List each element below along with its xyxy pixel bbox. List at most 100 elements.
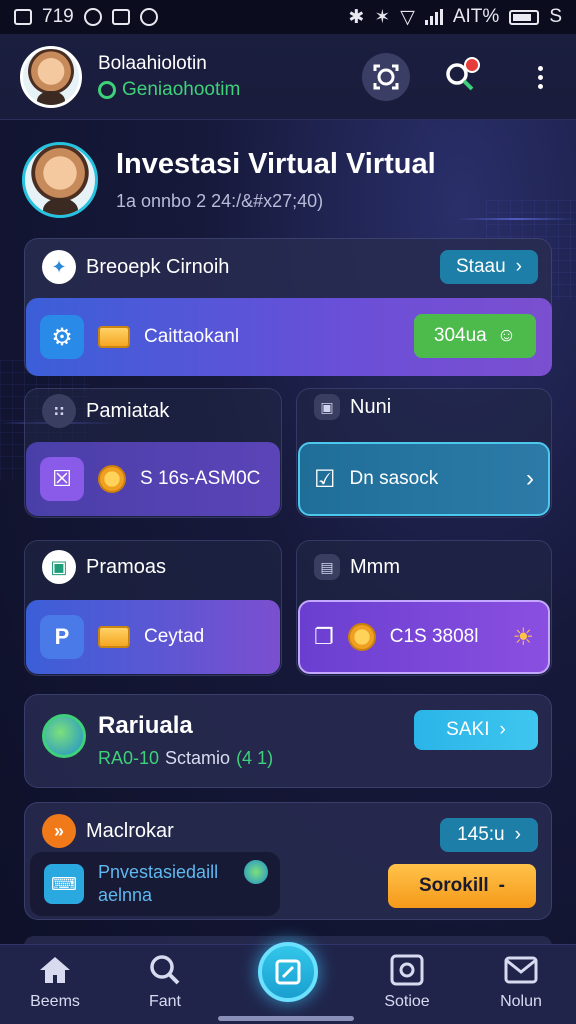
section3-right-inner[interactable]: ❐ C1S 3808l ☀ — [298, 600, 550, 674]
scan-icon — [373, 64, 399, 90]
nav-item-home[interactable]: Beems — [10, 953, 100, 1011]
section1-inner-button[interactable]: 304ua ☺ — [414, 314, 536, 358]
battery-percent: AIT% — [452, 6, 500, 27]
settings-gear-icon: ⚙ — [40, 315, 84, 359]
arrow-icon: » — [42, 814, 76, 848]
user-subtitle: Geniaohootim — [122, 78, 241, 100]
scan-button[interactable] — [362, 53, 410, 101]
section2-left-label: Pamiatak — [86, 399, 170, 422]
credit-card-icon — [98, 326, 130, 348]
vibrate-icon: ✶ — [374, 6, 391, 28]
keyboard-icon: ⌨ — [44, 864, 84, 904]
section3-left-label: Pramoas — [86, 555, 167, 578]
tv-icon: ▣ — [42, 550, 76, 584]
home-indicator — [218, 1016, 354, 1021]
nav-item-mail[interactable]: Nolun — [476, 953, 566, 1011]
section2-right-header: ▣ Nuni — [314, 394, 391, 420]
section2-right-label: Nuni — [350, 395, 392, 418]
nav-label-home: Beems — [30, 993, 80, 1010]
coin-icon — [347, 623, 376, 651]
hero: Investasi Virtual Virtual 1a onnbo 2 24:… — [22, 140, 542, 220]
section1-pill-button[interactable]: Staau › — [440, 250, 538, 284]
document-icon: P — [40, 615, 84, 659]
section2-left-inner[interactable]: ☒ S 16s-ASM0C — [26, 442, 280, 516]
more-menu-button[interactable] — [516, 53, 564, 101]
section5-label: Maclrokar — [86, 819, 174, 842]
online-status-icon — [98, 80, 116, 99]
chevron-right-icon: › — [514, 824, 521, 845]
section3-left-inner[interactable]: P Ceytad — [26, 600, 280, 674]
avatar[interactable] — [20, 45, 82, 108]
sun-icon: ☀ — [512, 623, 534, 651]
bag-icon: ❐ — [314, 624, 334, 649]
section5-pill-button[interactable]: 145:u › — [440, 818, 538, 852]
section4-pill-label: SAKI — [446, 719, 490, 740]
check-icon: ☑ — [314, 465, 336, 493]
section4-pill-button[interactable]: SAKI › — [414, 710, 538, 750]
chevron-right-icon: › — [526, 465, 534, 492]
status-time: 719 — [42, 6, 74, 27]
section5-action-label: Sorokill — [418, 875, 489, 896]
section2-right-value: Dn sasock — [349, 468, 439, 489]
section3-left-value: Ceytad — [144, 626, 205, 647]
mail-icon — [504, 956, 538, 984]
wallet-icon: ▣ — [314, 394, 340, 420]
grid-icon: ∷ — [42, 394, 76, 428]
compose-fab-button[interactable] — [258, 942, 318, 1002]
nav-item-search[interactable]: Fant — [120, 953, 210, 1011]
search-icon — [150, 955, 180, 985]
section5-inner-line1: Pnvestasiedaill — [98, 861, 219, 882]
camera-icon — [390, 954, 424, 986]
page-title: Investasi Virtual Virtual — [116, 148, 436, 180]
section1-pill-label: Staau — [456, 256, 506, 277]
status-extra: S — [549, 6, 562, 27]
section3-right-value: C1S 3808l — [389, 626, 479, 647]
user-name: Bolaahiolotin — [98, 52, 207, 74]
coin-icon — [98, 465, 126, 493]
section3-left-header: ▣ Pramoas — [42, 550, 166, 584]
section1-inner-label: Caittaokanl — [144, 326, 240, 347]
section5-inner-row[interactable]: ⌨ Pnvestasiedaill aelnna — [30, 852, 280, 916]
nav-item-camera[interactable]: Sotioe — [362, 953, 452, 1011]
chevron-right-icon: › — [515, 256, 522, 277]
bluetooth-icon: ✱ — [348, 6, 365, 28]
nav-label-mail: Nolun — [500, 993, 542, 1010]
notification-badge — [464, 57, 480, 73]
nav-label-search: Fant — [148, 993, 181, 1010]
page-subtitle: 1a onnbo 2 24:/&#x27;40) — [116, 191, 324, 211]
messenger-icon — [139, 8, 158, 26]
chart-icon: ☒ — [40, 457, 84, 501]
search-button[interactable] — [436, 53, 484, 101]
section4-title: Rariuala — [98, 712, 193, 739]
settings-icon — [83, 8, 102, 26]
user-icon: ☺ — [496, 325, 517, 346]
wifi-icon: ▽ — [400, 6, 415, 28]
profile-avatar[interactable] — [22, 142, 98, 218]
brand-icon: ✦ — [42, 250, 76, 284]
section1-header: ✦ Breoepk Cirnoih — [42, 250, 229, 284]
status-bar: 719 ✱ ✶ ▽ AIT% S — [0, 0, 576, 34]
gallery-icon — [14, 9, 32, 25]
section3-right-label: Mmm — [350, 555, 400, 578]
section5-action-button[interactable]: Sorokill - — [388, 864, 536, 908]
section5-header: » Maclrokar — [42, 814, 174, 848]
section4-subtitle: RA0-10 Sctamio (4 1) — [98, 748, 273, 769]
section2-left-header: ∷ Pamiatak — [42, 394, 169, 428]
lock-icon — [111, 9, 130, 25]
section5-inner-line2: aelnna — [98, 885, 153, 905]
section4-subtitle-code: RA0-10 — [98, 748, 160, 768]
section1-inner-button-label: 304ua — [433, 325, 487, 346]
chevron-right-icon: › — [499, 719, 506, 740]
credit-card-icon — [98, 626, 130, 648]
signal-icon — [424, 9, 443, 25]
app-header: Bolaahiolotin Geniaohootim — [0, 34, 576, 120]
section4-subtitle-text: Sctamio — [165, 748, 231, 768]
minus-icon: - — [498, 875, 505, 896]
section2-right-inner[interactable]: ☑ Dn sasock › — [298, 442, 550, 516]
folder-icon: ▤ — [314, 554, 340, 580]
section4-subtitle-count: (4 1) — [236, 748, 274, 768]
more-vertical-icon — [537, 65, 543, 89]
edit-icon — [275, 959, 301, 985]
globe-badge-icon — [244, 860, 268, 884]
home-icon — [40, 957, 70, 983]
